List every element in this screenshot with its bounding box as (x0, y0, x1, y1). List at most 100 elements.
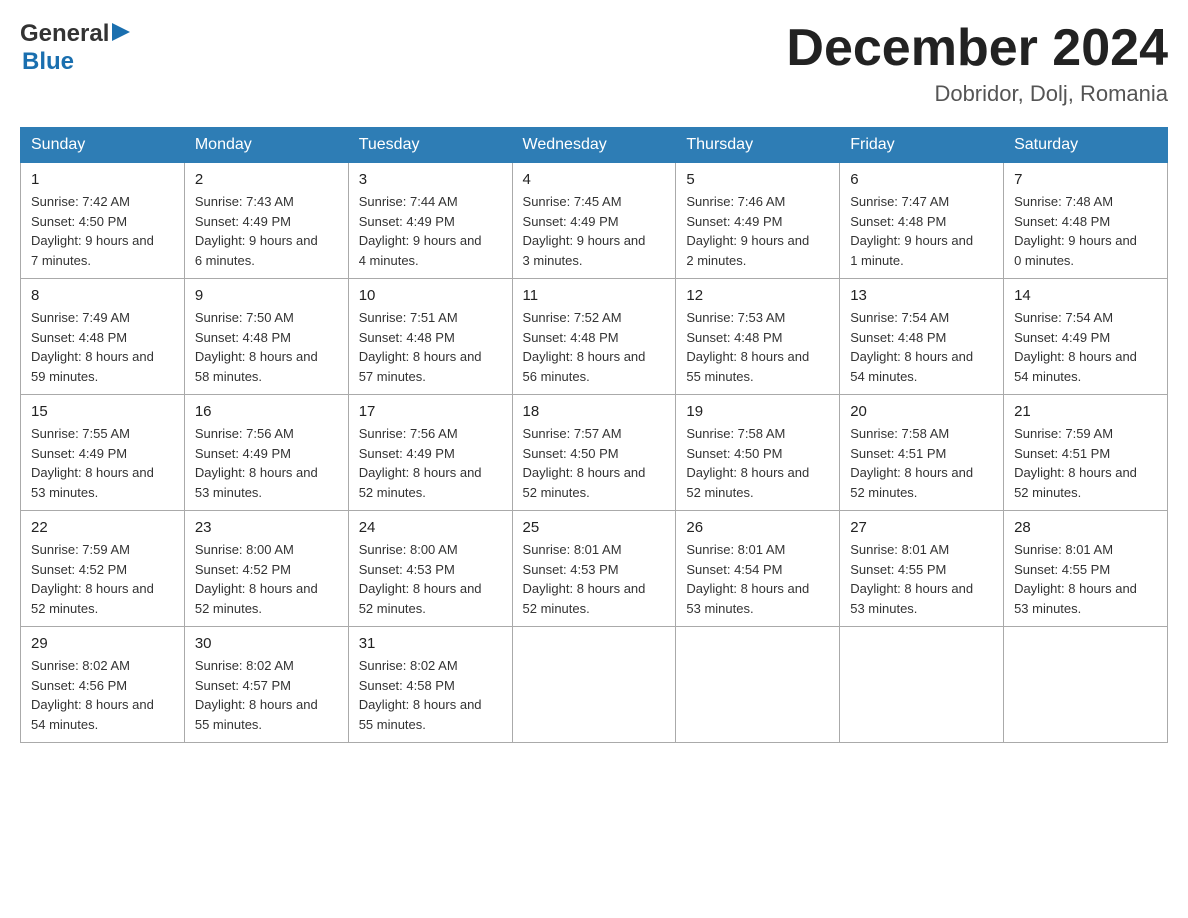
day-info: Sunrise: 8:02 AMSunset: 4:56 PMDaylight:… (31, 656, 174, 734)
month-title: December 2024 (786, 20, 1168, 77)
day-info: Sunrise: 7:46 AMSunset: 4:49 PMDaylight:… (686, 192, 829, 270)
calendar-cell (676, 627, 840, 743)
day-info: Sunrise: 8:01 AMSunset: 4:55 PMDaylight:… (1014, 540, 1157, 618)
calendar-cell: 27Sunrise: 8:01 AMSunset: 4:55 PMDayligh… (840, 511, 1004, 627)
calendar-cell (512, 627, 676, 743)
calendar-cell: 25 Sunrise: 8:01 AMSunset: 4:53 PMDayligh… (512, 511, 676, 627)
page-header: General Blue December 2024 Dobridor, Dol… (20, 20, 1168, 107)
calendar-cell: 5 Sunrise: 7:46 AMSunset: 4:49 PMDaylight… (676, 163, 840, 279)
day-info: Sunrise: 7:49 AMSunset: 4:48 PMDaylight:… (31, 308, 174, 386)
calendar-cell: 11 Sunrise: 7:52 AMSunset: 4:48 PMDayligh… (512, 279, 676, 395)
day-number: 10 (359, 287, 502, 304)
calendar-cell: 28 Sunrise: 8:01 AMSunset: 4:55 PMDayligh… (1004, 511, 1168, 627)
calendar-row: 1 Sunrise: 7:42 AMSunset: 4:50 PMDaylight… (21, 163, 1168, 279)
day-info: Sunrise: 7:56 AMSunset: 4:49 PMDaylight:… (195, 424, 338, 502)
day-info: Sunrise: 7:59 AMSunset: 4:52 PMDaylight:… (31, 540, 174, 618)
calendar-header: Sunday Monday Tuesday Wednesday Thursday… (21, 128, 1168, 163)
day-info: Sunrise: 8:01 AMSunset: 4:53 PMDaylight:… (523, 540, 666, 618)
day-info: Sunrise: 7:52 AMSunset: 4:48 PMDaylight:… (523, 308, 666, 386)
day-info: Sunrise: 7:57 AMSunset: 4:50 PMDaylight:… (523, 424, 666, 502)
day-number: 24 (359, 519, 502, 536)
day-info: Sunrise: 7:55 AMSunset: 4:49 PMDaylight:… (31, 424, 174, 502)
day-info: Sunrise: 8:02 AMSunset: 4:57 PMDaylight:… (195, 656, 338, 734)
day-number: 26 (686, 519, 829, 536)
day-number: 15 (31, 403, 174, 420)
day-number: 2 (195, 171, 338, 188)
day-number: 7 (1014, 171, 1157, 188)
col-monday: Monday (184, 128, 348, 163)
day-number: 5 (686, 171, 829, 188)
day-number: 8 (31, 287, 174, 304)
calendar-cell: 16 Sunrise: 7:56 AMSunset: 4:49 PMDayligh… (184, 395, 348, 511)
day-number: 23 (195, 519, 338, 536)
calendar-body: 1 Sunrise: 7:42 AMSunset: 4:50 PMDaylight… (21, 163, 1168, 743)
day-number: 17 (359, 403, 502, 420)
day-number: 20 (850, 403, 993, 420)
location-title: Dobridor, Dolj, Romania (786, 81, 1168, 107)
day-number: 25 (523, 519, 666, 536)
col-friday: Friday (840, 128, 1004, 163)
calendar-cell: 14 Sunrise: 7:54 AMSunset: 4:49 PMDayligh… (1004, 279, 1168, 395)
calendar-cell: 30 Sunrise: 8:02 AMSunset: 4:57 PMDayligh… (184, 627, 348, 743)
calendar-cell: 17 Sunrise: 7:56 AMSunset: 4:49 PMDayligh… (348, 395, 512, 511)
day-info: Sunrise: 7:54 AMSunset: 4:49 PMDaylight:… (1014, 308, 1157, 386)
day-number: 31 (359, 635, 502, 652)
logo-triangle-icon (112, 21, 130, 48)
calendar-cell: 29 Sunrise: 8:02 AMSunset: 4:56 PMDayligh… (21, 627, 185, 743)
day-number: 4 (523, 171, 666, 188)
calendar-cell: 18 Sunrise: 7:57 AMSunset: 4:50 PMDayligh… (512, 395, 676, 511)
day-info: Sunrise: 7:56 AMSunset: 4:49 PMDaylight:… (359, 424, 502, 502)
day-number: 30 (195, 635, 338, 652)
day-info: Sunrise: 7:59 AMSunset: 4:51 PMDaylight:… (1014, 424, 1157, 502)
title-section: December 2024 Dobridor, Dolj, Romania (786, 20, 1168, 107)
calendar-cell: 3 Sunrise: 7:44 AMSunset: 4:49 PMDaylight… (348, 163, 512, 279)
calendar-cell: 6 Sunrise: 7:47 AMSunset: 4:48 PMDaylight… (840, 163, 1004, 279)
day-number: 19 (686, 403, 829, 420)
logo: General Blue (20, 20, 130, 76)
day-number: 14 (1014, 287, 1157, 304)
calendar-cell: 7 Sunrise: 7:48 AMSunset: 4:48 PMDaylight… (1004, 163, 1168, 279)
day-number: 6 (850, 171, 993, 188)
day-info: Sunrise: 7:53 AMSunset: 4:48 PMDaylight:… (686, 308, 829, 386)
calendar-cell: 22Sunrise: 7:59 AMSunset: 4:52 PMDayligh… (21, 511, 185, 627)
day-number: 28 (1014, 519, 1157, 536)
day-info: Sunrise: 7:51 AMSunset: 4:48 PMDaylight:… (359, 308, 502, 386)
day-number: 21 (1014, 403, 1157, 420)
day-info: Sunrise: 7:54 AMSunset: 4:48 PMDaylight:… (850, 308, 993, 386)
day-number: 13 (850, 287, 993, 304)
day-info: Sunrise: 7:48 AMSunset: 4:48 PMDaylight:… (1014, 192, 1157, 270)
calendar-cell: 20 Sunrise: 7:58 AMSunset: 4:51 PMDayligh… (840, 395, 1004, 511)
day-number: 9 (195, 287, 338, 304)
day-number: 1 (31, 171, 174, 188)
day-number: 16 (195, 403, 338, 420)
logo-blue-text: Blue (22, 48, 74, 76)
day-info: Sunrise: 7:58 AMSunset: 4:50 PMDaylight:… (686, 424, 829, 502)
day-info: Sunrise: 7:47 AMSunset: 4:48 PMDaylight:… (850, 192, 993, 270)
day-info: Sunrise: 7:50 AMSunset: 4:48 PMDaylight:… (195, 308, 338, 386)
calendar-cell: 26 Sunrise: 8:01 AMSunset: 4:54 PMDayligh… (676, 511, 840, 627)
day-number: 11 (523, 287, 666, 304)
calendar-cell: 9 Sunrise: 7:50 AMSunset: 4:48 PMDaylight… (184, 279, 348, 395)
calendar-cell: 4Sunrise: 7:45 AMSunset: 4:49 PMDaylight… (512, 163, 676, 279)
day-info: Sunrise: 7:58 AMSunset: 4:51 PMDaylight:… (850, 424, 993, 502)
calendar-cell: 10 Sunrise: 7:51 AMSunset: 4:48 PMDayligh… (348, 279, 512, 395)
day-info: Sunrise: 8:00 AMSunset: 4:53 PMDaylight:… (359, 540, 502, 618)
day-info: Sunrise: 8:01 AMSunset: 4:54 PMDaylight:… (686, 540, 829, 618)
day-info: Sunrise: 7:44 AMSunset: 4:49 PMDaylight:… (359, 192, 502, 270)
col-tuesday: Tuesday (348, 128, 512, 163)
day-number: 18 (523, 403, 666, 420)
day-number: 29 (31, 635, 174, 652)
col-saturday: Saturday (1004, 128, 1168, 163)
day-number: 3 (359, 171, 502, 188)
calendar-cell: 24 Sunrise: 8:00 AMSunset: 4:53 PMDayligh… (348, 511, 512, 627)
calendar-row: 15 Sunrise: 7:55 AMSunset: 4:49 PMDayligh… (21, 395, 1168, 511)
day-info: Sunrise: 7:42 AMSunset: 4:50 PMDaylight:… (31, 192, 174, 270)
header-row: Sunday Monday Tuesday Wednesday Thursday… (21, 128, 1168, 163)
day-number: 12 (686, 287, 829, 304)
col-wednesday: Wednesday (512, 128, 676, 163)
calendar-cell (840, 627, 1004, 743)
col-sunday: Sunday (21, 128, 185, 163)
day-info: Sunrise: 8:02 AMSunset: 4:58 PMDaylight:… (359, 656, 502, 734)
calendar-cell: 19 Sunrise: 7:58 AMSunset: 4:50 PMDayligh… (676, 395, 840, 511)
calendar-cell: 21 Sunrise: 7:59 AMSunset: 4:51 PMDayligh… (1004, 395, 1168, 511)
